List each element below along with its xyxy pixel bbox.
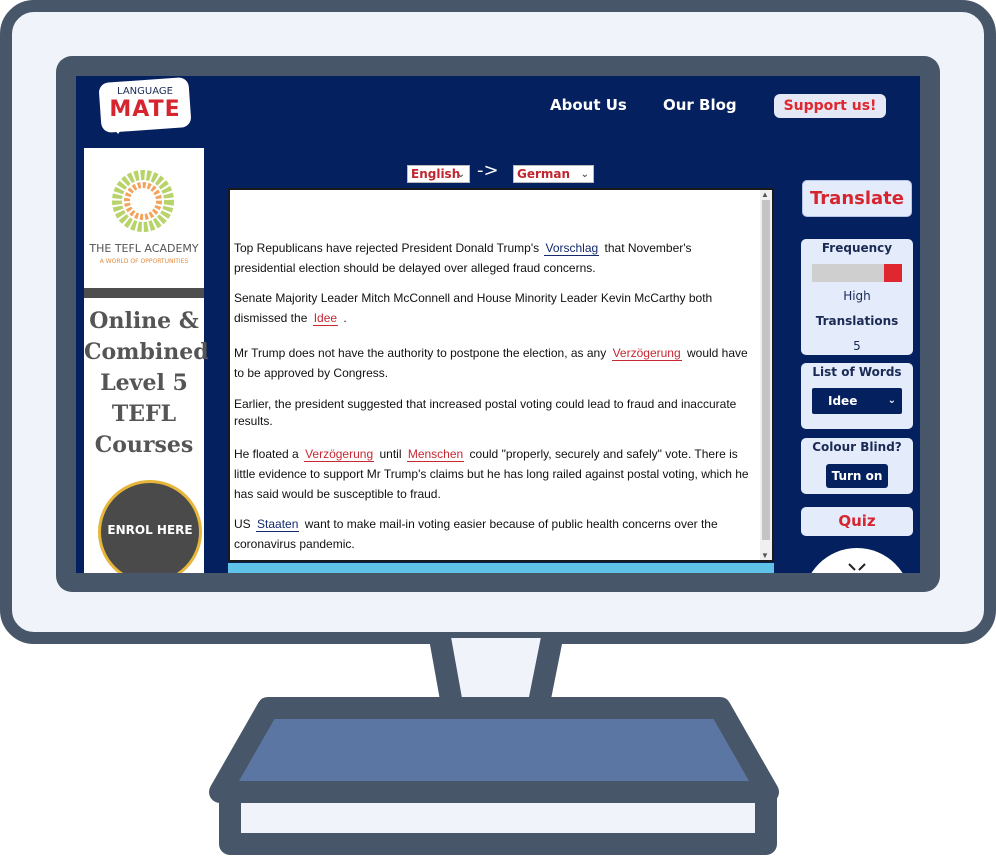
translated-word[interactable]: Vorschlag (544, 241, 600, 256)
bug-icon (848, 563, 866, 573)
course-line: TEFL (111, 401, 177, 427)
source-language-select[interactable]: English ⌄ (407, 165, 470, 183)
translate-button[interactable]: Translate (802, 180, 912, 217)
scroll-thumb[interactable] (762, 200, 770, 540)
translated-word[interactable]: Staaten (256, 517, 300, 532)
target-language-value: German (517, 167, 571, 181)
tefl-academy-ad[interactable]: THE TEFL ACADEMY A WORLD OF OPPORTUNITIE… (84, 148, 204, 288)
text-segment: Earlier, the president suggested that in… (234, 397, 737, 428)
translated-word[interactable]: Menschen (406, 447, 465, 462)
text-segment: He floated a (234, 447, 299, 461)
translated-word[interactable]: Verzögerung (611, 346, 682, 361)
target-language-select[interactable]: German ⌄ (513, 165, 594, 183)
translations-value: 5 (853, 339, 861, 353)
logo-tail (112, 126, 124, 134)
support-us-button[interactable]: Support us! (774, 94, 886, 118)
scroll-up-icon[interactable]: ▲ (761, 190, 769, 199)
logo-text-bottom: MATE (109, 97, 181, 122)
word-list-label: List of Words (812, 365, 902, 379)
text-segment: Senate Majority Leader Mitch McConnell a… (234, 291, 713, 325)
word-list-select[interactable]: Idee ⌄ (812, 388, 902, 414)
course-line: Courses (94, 432, 194, 458)
academy-name: THE TEFL ACADEMY (89, 242, 199, 255)
text-segment: Top Republicans have rejected President … (234, 241, 540, 255)
paragraph: Top Republicans have rejected President … (234, 238, 754, 278)
paragraph: US Staaten want to make mail-in voting e… (234, 514, 754, 554)
colour-blind-label: Colour Blind? (812, 440, 902, 454)
translations-label: Translations (815, 314, 899, 328)
text-segment: want to make mail-in voting easier becau… (234, 517, 718, 551)
frequency-slider[interactable] (812, 264, 902, 282)
frequency-value: High (843, 289, 871, 303)
quiz-button[interactable]: Quiz (801, 507, 913, 536)
translated-word[interactable]: Verzögerung (304, 447, 375, 462)
frequency-label: Frequency (821, 241, 893, 255)
word-list-panel: List of Words Idee ⌄ (801, 363, 913, 429)
enrol-here-button[interactable]: ENROL HERE (98, 480, 202, 573)
text-segment: until (379, 447, 402, 461)
logo-text-top: LANGUAGE (117, 86, 173, 97)
tefl-course-ad[interactable]: Online & Combined Level 5 TEFL Courses E… (84, 298, 209, 573)
course-line: Online & (89, 308, 199, 334)
text-segment: US (234, 517, 251, 531)
academy-logo-icon (112, 170, 174, 232)
chevron-down-icon: ⌄ (887, 395, 896, 406)
enrol-label: ENROL HERE (107, 523, 193, 537)
course-line: Combined (84, 339, 209, 365)
frequency-slider-fill (884, 264, 902, 282)
paragraph: Mr Trump does not have the authority to … (234, 343, 754, 383)
text-segment: . (343, 311, 347, 325)
translation-direction-arrow: -> (477, 160, 499, 181)
paragraph: He floated a Verzögerung until Menschen … (234, 444, 754, 504)
nav-about-us[interactable]: About Us (550, 96, 627, 114)
paragraph: Senate Majority Leader Mitch McConnell a… (234, 288, 754, 328)
word-list-value: Idee (828, 394, 858, 408)
nav-our-blog[interactable]: Our Blog (663, 96, 737, 114)
chevron-down-icon: ⌄ (580, 169, 589, 180)
app-screen: LANGUAGE MATE About Us Our Blog Support … (76, 76, 920, 573)
frequency-panel: Frequency High Translations 5 (801, 239, 913, 355)
logo[interactable]: LANGUAGE MATE (98, 76, 192, 136)
mascot-badge (803, 548, 911, 573)
scroll-down-icon[interactable]: ▼ (761, 551, 769, 560)
colour-blind-toggle-button[interactable]: Turn on (826, 464, 888, 488)
translated-word[interactable]: Idee (312, 311, 339, 326)
translation-text-area[interactable]: Top Republicans have rejected President … (228, 188, 774, 562)
ad-divider (84, 288, 204, 298)
colour-blind-panel: Colour Blind? Turn on (801, 438, 913, 494)
academy-tagline: A WORLD OF OPPORTUNITIES (99, 258, 189, 265)
scrollbar[interactable]: ▲ ▼ (760, 190, 772, 560)
source-language-value: English (411, 167, 461, 181)
text-segment: Mr Trump does not have the authority to … (234, 346, 607, 360)
footer-banner (228, 563, 774, 573)
paragraph: Earlier, the president suggested that in… (234, 396, 754, 430)
chevron-down-icon: ⌄ (456, 169, 465, 180)
course-line: Level 5 (100, 370, 188, 396)
